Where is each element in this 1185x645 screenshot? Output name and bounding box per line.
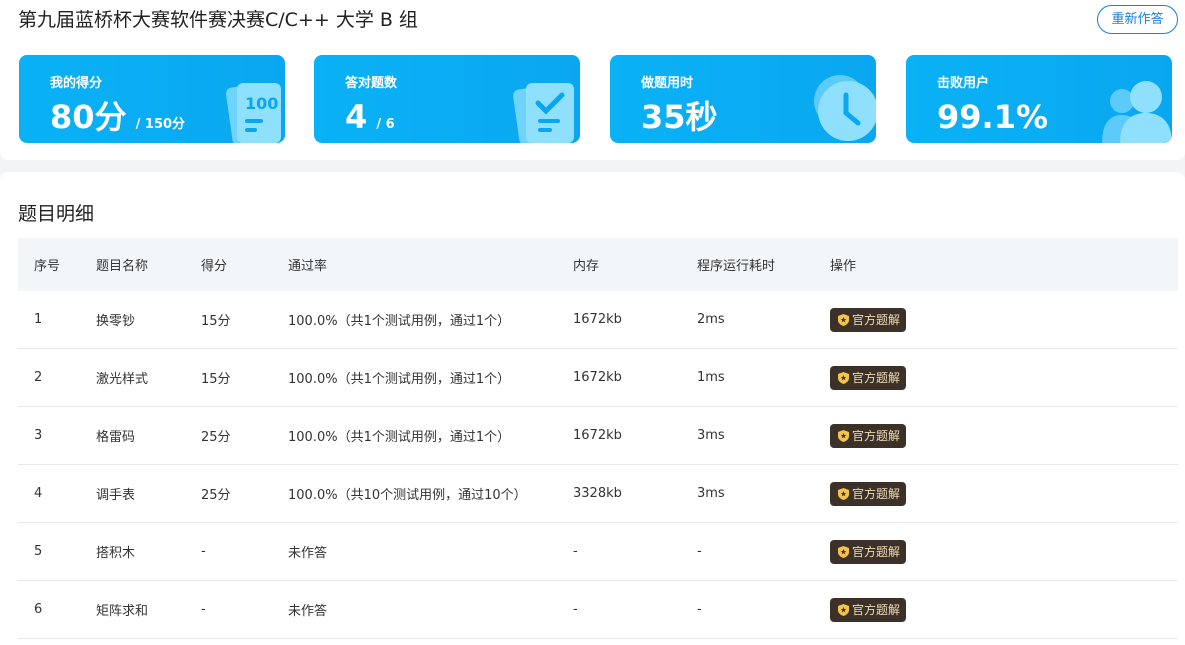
memory-usage: 1672kb <box>573 428 622 443</box>
column-header: 得分 <box>201 259 228 274</box>
pass-rate: 未作答 <box>288 604 328 619</box>
memory-usage: 3328kb <box>573 486 622 501</box>
clock-icon <box>814 75 876 141</box>
stat-suffix: / 150分 <box>135 117 186 132</box>
run-time: - <box>697 602 702 617</box>
table-header: 序号 题目名称 得分 通过率 内存 程序运行耗时 操作 <box>18 238 1178 291</box>
solution-label: 官方题解 <box>852 313 901 327</box>
problem-score: 25分 <box>201 488 231 503</box>
column-header: 题目名称 <box>96 259 149 274</box>
stat-value: 80分 <box>50 98 127 136</box>
run-time: 3ms <box>697 428 725 443</box>
problem-name: 换零钞 <box>96 314 136 329</box>
problem-score: 15分 <box>201 314 231 329</box>
correct-count-card: 答对题数 4 / 6 <box>314 55 580 143</box>
beat-users-card: 击败用户 99.1% <box>906 55 1172 143</box>
score-sheet-icon: 100 <box>225 82 281 143</box>
solution-label: 官方题解 <box>852 487 901 501</box>
official-solution-button[interactable]: 官方题解 <box>830 423 907 448</box>
official-solution-button[interactable]: 官方题解 <box>830 481 907 506</box>
users-icon <box>1102 81 1172 143</box>
column-header: 操作 <box>830 259 857 274</box>
stat-label: 我的得分 <box>50 76 103 91</box>
table-row: 2 激光样式 15分 100.0%（共1个测试用例，通过1个） 1672kb 1… <box>18 349 1178 407</box>
problem-name: 调手表 <box>96 488 136 503</box>
row-number: 2 <box>34 370 43 385</box>
problem-name: 激光样式 <box>96 372 149 387</box>
svg-text:100: 100 <box>245 94 278 113</box>
run-time: 2ms <box>697 312 725 327</box>
row-number: 6 <box>34 602 43 617</box>
table-row: 3 格雷码 25分 100.0%（共1个测试用例，通过1个） 1672kb 3m… <box>18 407 1178 465</box>
problem-score: - <box>201 544 206 559</box>
shield-icon <box>838 487 849 500</box>
run-time: - <box>697 544 702 559</box>
column-header: 程序运行耗时 <box>697 259 776 274</box>
row-number: 5 <box>34 544 43 559</box>
official-solution-button[interactable]: 官方题解 <box>830 539 907 564</box>
shield-icon <box>838 313 849 326</box>
table-row: 6 矩阵求和 - 未作答 - - 官方题解 <box>18 581 1178 639</box>
redo-button[interactable]: 重新作答 <box>1097 5 1178 34</box>
solution-label: 官方题解 <box>852 545 901 559</box>
memory-usage: - <box>573 544 578 559</box>
pass-rate: 未作答 <box>288 546 328 561</box>
table-row: 4 调手表 25分 100.0%（共10个测试用例，通过10个） 3328kb … <box>18 465 1178 523</box>
solution-label: 官方题解 <box>852 603 901 617</box>
column-header: 序号 <box>34 259 61 274</box>
problem-score: 25分 <box>201 430 231 445</box>
memory-usage: - <box>573 602 578 617</box>
stat-suffix: / 6 <box>376 117 395 132</box>
shield-icon <box>838 371 849 384</box>
table-row: 5 搭积木 - 未作答 - - 官方题解 <box>18 523 1178 581</box>
detail-panel: 题目明细 序号 题目名称 得分 通过率 内存 程序运行耗时 操作 1 换零钞 1… <box>0 172 1185 645</box>
page-title: 第九届蓝桥杯大赛软件赛决赛C/C++ 大学 B 组 <box>18 9 418 31</box>
row-number: 4 <box>34 486 43 501</box>
shield-icon <box>838 545 849 558</box>
stat-value: 4 <box>345 98 368 136</box>
pass-rate: 100.0%（共10个测试用例，通过10个） <box>288 488 527 503</box>
stat-label: 做题用时 <box>641 76 694 91</box>
run-time: 1ms <box>697 370 725 385</box>
stat-label: 答对题数 <box>345 76 398 91</box>
column-header: 通过率 <box>288 259 328 274</box>
section-title: 题目明细 <box>18 203 95 225</box>
column-header: 内存 <box>573 259 600 274</box>
memory-usage: 1672kb <box>573 370 622 385</box>
stat-value: 99.1% <box>937 98 1049 136</box>
official-solution-button[interactable]: 官方题解 <box>830 307 907 332</box>
shield-icon <box>838 603 849 616</box>
table-row: 1 换零钞 15分 100.0%（共1个测试用例，通过1个） 1672kb 2m… <box>18 291 1178 349</box>
pass-rate: 100.0%（共1个测试用例，通过1个） <box>288 314 511 329</box>
problem-name: 矩阵求和 <box>96 604 149 619</box>
row-number: 3 <box>34 428 43 443</box>
summary-panel: 第九届蓝桥杯大赛软件赛决赛C/C++ 大学 B 组 重新作答 我的得分 80分 … <box>0 0 1185 160</box>
score-card: 我的得分 80分 / 150分 100 <box>19 55 285 143</box>
pass-rate: 100.0%（共1个测试用例，通过1个） <box>288 430 511 445</box>
problem-score: - <box>201 602 206 617</box>
result-table: 序号 题目名称 得分 通过率 内存 程序运行耗时 操作 1 换零钞 15分 10… <box>18 238 1178 639</box>
official-solution-button[interactable]: 官方题解 <box>830 365 907 390</box>
checklist-icon <box>513 83 574 143</box>
memory-usage: 1672kb <box>573 312 622 327</box>
shield-icon <box>838 429 849 442</box>
problem-score: 15分 <box>201 372 231 387</box>
solution-label: 官方题解 <box>852 371 901 385</box>
official-solution-button[interactable]: 官方题解 <box>830 597 907 622</box>
row-number: 1 <box>34 312 43 327</box>
stat-value: 35秒 <box>641 98 718 136</box>
problem-name: 搭积木 <box>96 546 136 561</box>
stat-label: 击败用户 <box>937 76 990 91</box>
time-used-card: 做题用时 35秒 <box>610 55 876 143</box>
problem-name: 格雷码 <box>96 430 136 445</box>
run-time: 3ms <box>697 486 725 501</box>
solution-label: 官方题解 <box>852 429 901 443</box>
pass-rate: 100.0%（共1个测试用例，通过1个） <box>288 372 511 387</box>
